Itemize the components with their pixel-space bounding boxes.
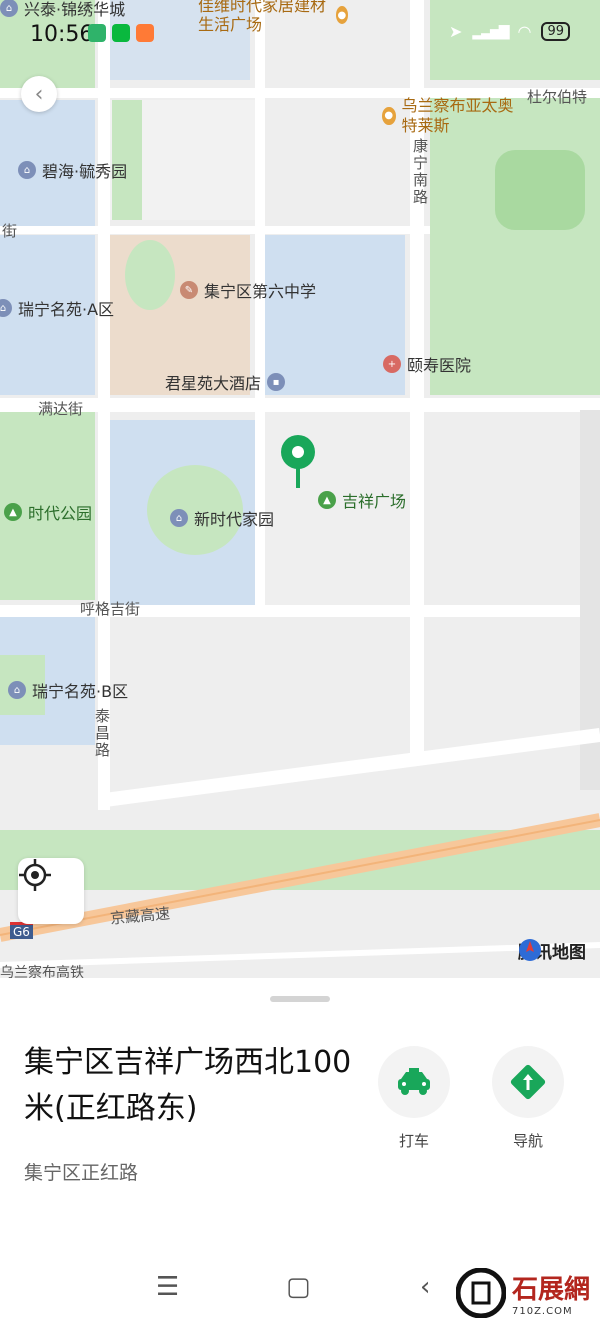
map-view[interactable]: ⌂ 兴泰·锦绣华城 佳维时代家居建材生活广场 ● ⌂ 碧海·毓秀园 ● 乌兰察布… — [0, 0, 600, 980]
home-icon[interactable]: ▢ — [286, 1272, 311, 1302]
tree-icon: ▲ — [4, 503, 22, 521]
navigate-label: 导航 — [512, 1132, 543, 1150]
chevron-left-icon: ‹ — [34, 81, 44, 107]
back-nav-icon[interactable]: ‹ — [420, 1272, 430, 1302]
watermark-logo: 石展網 710Z.COM — [455, 1268, 590, 1318]
status-bar: 10:56 ➤ ▂▃▅▇ ◠ 99 — [0, 0, 600, 70]
taxi-button[interactable]: 打车 — [374, 1046, 454, 1151]
poi-hotel[interactable]: 君星苑大酒店 ▪ — [165, 370, 286, 394]
place-title: 集宁区吉祥广场西北100米(正红路东) — [24, 1045, 352, 1126]
poi-school[interactable]: ✎ 集宁区第六中学 — [180, 278, 316, 302]
taxi-icon-circle — [378, 1046, 450, 1118]
wifi-icon: ◠ — [517, 22, 532, 41]
estate-icon: ⌂ — [0, 299, 12, 317]
taxi-icon — [398, 1068, 430, 1095]
map-canvas — [0, 0, 600, 980]
status-time: 10:56 — [30, 22, 94, 47]
poi-jixiang-square[interactable]: ▲ 吉祥广场 — [318, 488, 406, 512]
status-indicators: ➤ ▂▃▅▇ ◠ 99 — [449, 22, 570, 41]
compass-logo-icon — [519, 939, 541, 961]
status-app-icons — [88, 24, 154, 42]
drag-handle[interactable] — [270, 996, 330, 1002]
hotel-icon: ▪ — [267, 373, 286, 391]
location-arrow-icon: ➤ — [449, 22, 463, 41]
navigate-button[interactable]: 导航 — [488, 1046, 568, 1151]
menu-icon[interactable]: ☰ — [156, 1272, 179, 1302]
street-jie: 街 — [2, 222, 18, 240]
street-hugeji: 呼格吉街 — [80, 600, 141, 618]
wechat-icon — [112, 24, 130, 42]
poi-xinshidai[interactable]: ⌂ 新时代家园 — [170, 506, 274, 530]
highway-g6-shield: G6 — [10, 922, 33, 939]
poi-bihai[interactable]: ⌂ 碧海·毓秀园 — [18, 158, 127, 182]
battery-indicator: 99 — [541, 22, 570, 41]
poi-aotelaisi[interactable]: ● 乌兰察布亚太奥特莱斯 — [382, 96, 522, 136]
school-icon: ✎ — [180, 281, 198, 299]
back-button[interactable]: ‹ — [21, 76, 57, 112]
shield-icon — [88, 24, 106, 42]
watermark-seal-icon — [455, 1268, 506, 1318]
street-manda: 满达街 — [38, 400, 84, 418]
tree-icon: ▲ — [318, 491, 336, 509]
street-taichang: 泰昌路 — [93, 708, 111, 759]
taxi-label: 打车 — [398, 1132, 429, 1150]
map-brand: 腾讯地图 — [518, 938, 586, 963]
street-duerbote: 杜尔伯特 — [527, 88, 588, 106]
watermark-brand: 石展網 — [511, 1275, 590, 1305]
crosshair-icon — [19, 859, 51, 891]
poi-ruining-b[interactable]: ⌂ 瑞宁名苑·B区 — [8, 678, 128, 702]
navigate-icon-circle — [492, 1046, 564, 1118]
place-address: 集宁区正红路 — [24, 1162, 139, 1184]
estate-icon: ⌂ — [8, 681, 26, 699]
poi-hospital[interactable]: + 颐寿医院 — [383, 352, 471, 376]
estate-icon: ⌂ — [170, 509, 188, 527]
shopping-icon — [136, 24, 154, 42]
signal-icon: ▂▃▅▇ — [472, 23, 509, 40]
mall-icon: ● — [382, 107, 396, 125]
street-kangning: 康宁南路 — [411, 138, 429, 206]
hospital-icon: + — [383, 355, 401, 373]
navigate-icon — [510, 1064, 546, 1100]
poi-ruining-a[interactable]: ⌂ 瑞宁名苑·A区 — [0, 296, 114, 320]
estate-icon: ⌂ — [18, 161, 36, 179]
poi-shidai-park[interactable]: ▲ 时代公园 — [4, 500, 92, 524]
locate-button[interactable] — [18, 858, 84, 924]
watermark-domain: 710Z.COM — [511, 1306, 573, 1317]
